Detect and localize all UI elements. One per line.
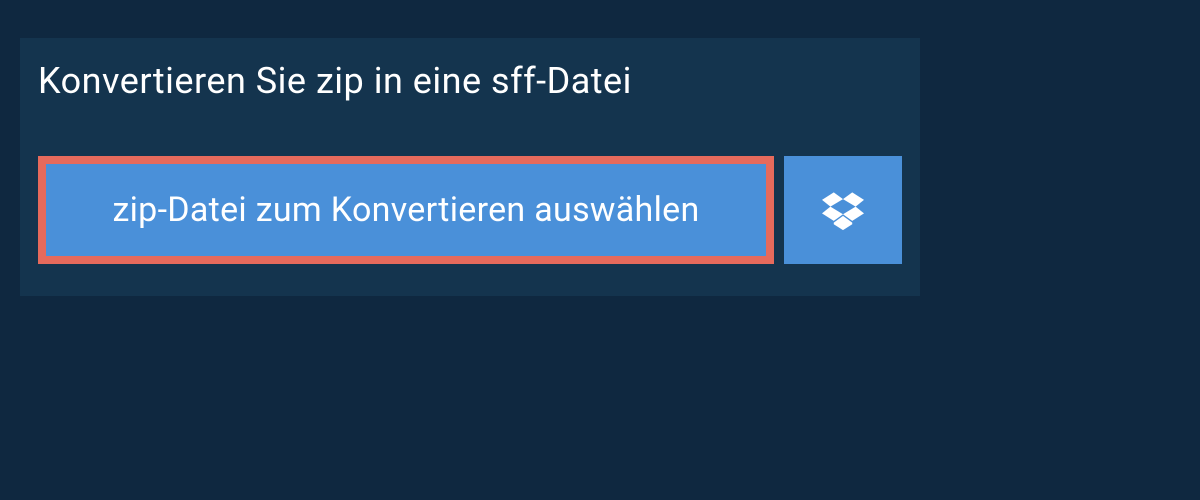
title-wrapper: Konvertieren Sie zip in eine sff-Datei: [20, 38, 920, 124]
dropbox-button[interactable]: [784, 156, 902, 264]
dropbox-icon: [822, 189, 864, 231]
select-file-button[interactable]: zip-Datei zum Konvertieren auswählen: [38, 156, 774, 264]
button-row: zip-Datei zum Konvertieren auswählen: [20, 124, 920, 296]
conversion-panel: Konvertieren Sie zip in eine sff-Datei z…: [20, 38, 920, 296]
page-title: Konvertieren Sie zip in eine sff-Datei: [20, 38, 660, 124]
